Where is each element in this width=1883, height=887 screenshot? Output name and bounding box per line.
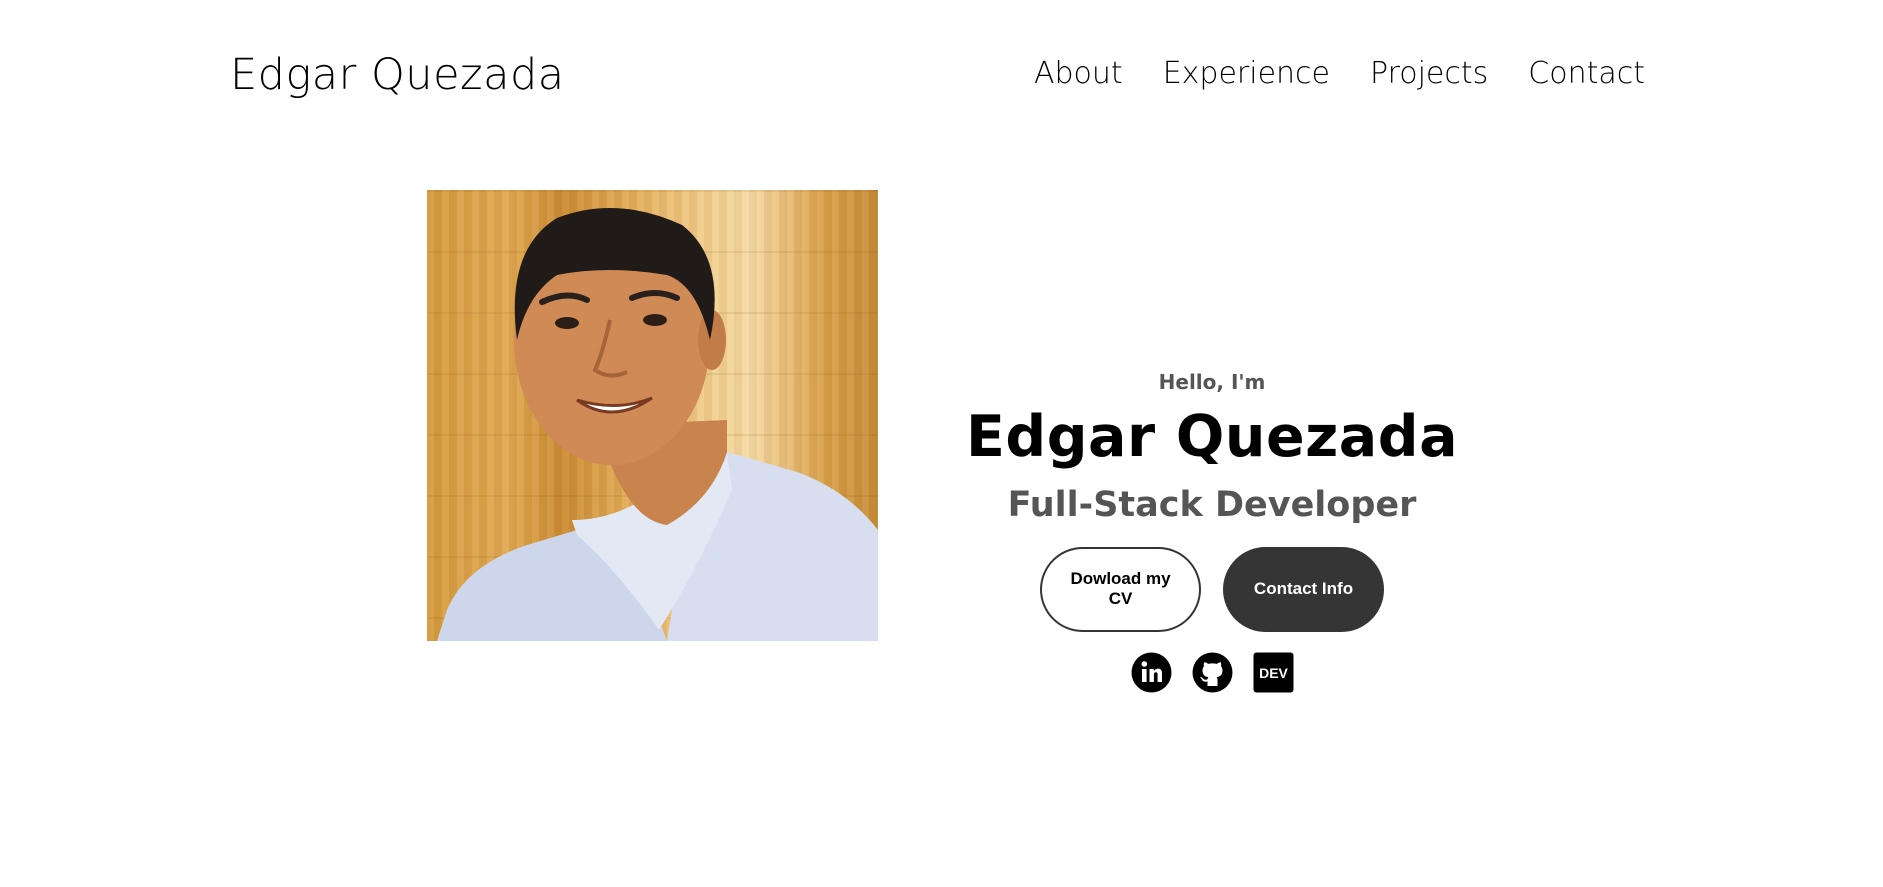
dev-icon[interactable]: DEV [1253, 652, 1294, 693]
social-links: DEV [950, 652, 1474, 693]
nav-link-experience[interactable]: Experience [1163, 56, 1330, 91]
nav-link-about[interactable]: About [1034, 56, 1123, 91]
dev-icon-label: DEV [1259, 665, 1288, 681]
github-icon[interactable] [1192, 652, 1233, 693]
linkedin-icon[interactable] [1131, 652, 1172, 693]
main-nav: About Experience Projects Contact [1034, 56, 1645, 91]
hero-section: Hello, I'm Edgar Quezada Full-Stack Deve… [950, 370, 1474, 693]
download-cv-button[interactable]: Dowload my CV [1040, 546, 1201, 632]
hero-name: Edgar Quezada [965, 404, 1459, 470]
contact-info-button[interactable]: Contact Info [1223, 546, 1384, 632]
hero-role: Full-Stack Developer [1007, 484, 1417, 525]
nav-link-contact[interactable]: Contact [1528, 56, 1645, 91]
nav-link-projects[interactable]: Projects [1370, 56, 1488, 91]
hero-buttons: Dowload my CV Contact Info [950, 546, 1474, 632]
site-logo[interactable]: Edgar Quezada [230, 50, 565, 100]
profile-photo [427, 190, 878, 641]
portfolio-page: Edgar Quezada About Experience Projects … [0, 0, 1883, 887]
greeting-text: Hello, I'm [1158, 370, 1266, 394]
